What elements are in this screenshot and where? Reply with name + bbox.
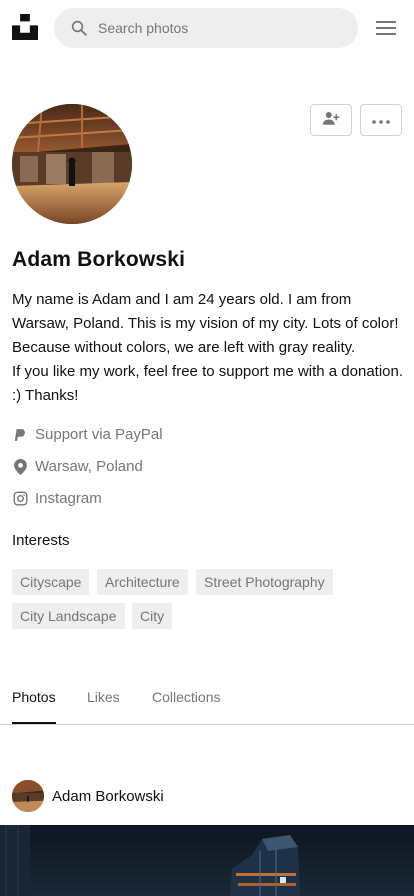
photo-thumbnail[interactable] [0,825,414,896]
profile-name: Adam Borkowski [12,248,186,271]
more-actions-button[interactable] [360,104,402,136]
paypal-icon [12,427,28,443]
profile-tabs: Photos Likes Collections [0,672,414,725]
hamburger-menu-icon[interactable] [374,18,398,38]
tab-likes[interactable]: Likes [87,689,120,705]
search-bar[interactable] [54,8,358,48]
instagram-label: Instagram [35,490,102,507]
search-icon[interactable] [70,19,88,37]
top-bar [0,0,414,56]
photo-author[interactable]: Adam Borkowski [12,780,164,812]
profile-avatar [12,104,132,224]
interest-tag[interactable]: City Landscape [12,603,125,629]
interest-tag[interactable]: Street Photography [196,569,333,595]
location-info: Warsaw, Poland [12,458,143,475]
tab-collections[interactable]: Collections [152,689,220,705]
paypal-label: Support via PayPal [35,426,163,443]
location-pin-icon [12,458,28,475]
interest-tag[interactable]: Architecture [97,569,188,595]
search-input[interactable] [98,20,318,36]
bio-paragraph: My name is Adam and I am 24 years old. I… [12,291,399,356]
author-avatar[interactable] [12,780,44,812]
tab-photos[interactable]: Photos [12,689,56,705]
follow-button[interactable] [310,104,352,136]
active-tab-indicator [12,722,56,724]
interest-tag[interactable]: City [132,603,173,629]
interests-heading: Interests [12,532,70,549]
more-horizontal-icon [372,111,390,129]
author-name[interactable]: Adam Borkowski [52,788,164,805]
person-add-icon [322,110,340,131]
paypal-link[interactable]: Support via PayPal [12,426,163,443]
profile-bio: My name is Adam and I am 24 years old. I… [12,288,408,408]
interest-tag[interactable]: Cityscape [12,569,90,595]
instagram-link[interactable]: Instagram [12,490,102,507]
bio-paragraph: If you like my work, feel free to suppor… [12,363,404,404]
instagram-icon [12,491,28,507]
unsplash-logo-icon[interactable] [12,14,38,40]
location-text: Warsaw, Poland [35,458,143,475]
